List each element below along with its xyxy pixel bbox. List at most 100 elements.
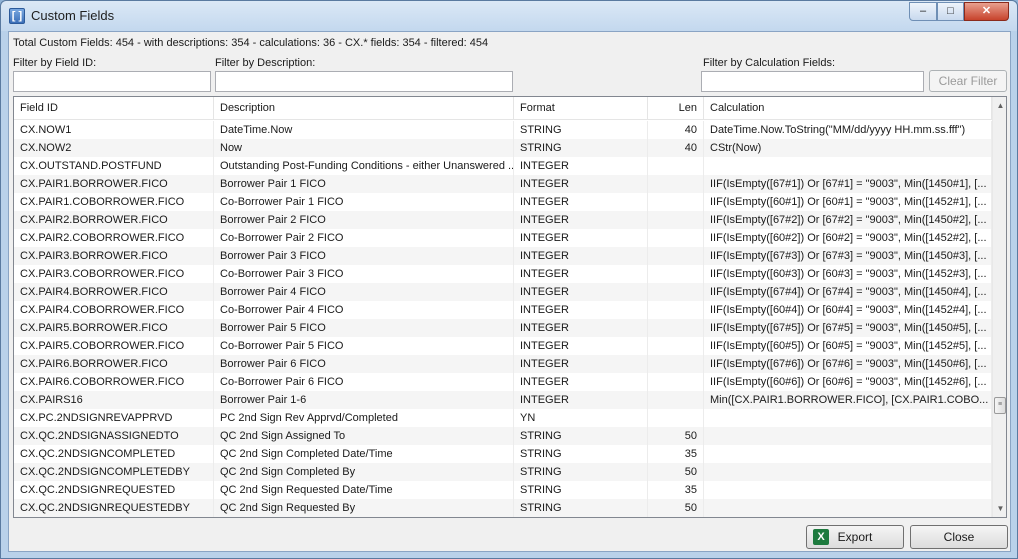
window-close-button[interactable]: ✕ [964,2,1009,21]
table-row[interactable]: CX.QC.2NDSIGNREQUESTEDBY QC 2nd Sign Requ… [14,499,992,517]
close-button[interactable]: Close [910,525,1008,549]
scroll-thumb[interactable]: ≡ [994,397,1006,414]
cell-field-id: CX.PAIR4.BORROWER.FICO [14,283,214,301]
cell-calculation: IIF(IsEmpty([67#4]) Or [67#4] = "9003", … [704,283,992,301]
cell-len: 40 [648,121,704,139]
cell-format: INTEGER [514,319,648,337]
table-row[interactable]: CX.PAIR5.COBORROWER.FICO Co-Borrower Pair… [14,337,992,355]
cell-field-id: CX.QC.2NDSIGNASSIGNEDTO [14,427,214,445]
table-row[interactable]: CX.PAIR3.BORROWER.FICO Borrower Pair 3 FI… [14,247,992,265]
cell-description: Co-Borrower Pair 1 FICO [214,193,514,211]
cell-field-id: CX.PAIR5.BORROWER.FICO [14,319,214,337]
column-header-calculation[interactable]: Calculation [704,97,992,120]
cell-calculation: IIF(IsEmpty([60#5]) Or [60#5] = "9003", … [704,337,992,355]
cell-description: QC 2nd Sign Completed Date/Time [214,445,514,463]
summary-text: Total Custom Fields: 454 - with descript… [13,37,489,49]
export-button-label: Export [837,530,873,544]
export-button[interactable]: X Export [806,525,904,549]
cell-format: INTEGER [514,355,648,373]
filter-field-id-label: Filter by Field ID: [13,57,97,69]
table-row[interactable]: CX.PAIR4.COBORROWER.FICO Co-Borrower Pair… [14,301,992,319]
table-row[interactable]: CX.PAIR1.BORROWER.FICO Borrower Pair 1 FI… [14,175,992,193]
cell-format: STRING [514,481,648,499]
custom-fields-grid[interactable]: Field ID Description Format Len Calculat… [13,96,1007,518]
cell-field-id: CX.PAIR6.COBORROWER.FICO [14,373,214,391]
table-row[interactable]: CX.NOW2 Now STRING 40 CStr(Now) [14,139,992,157]
cell-field-id: CX.NOW1 [14,121,214,139]
table-row[interactable]: CX.OUTSTAND.POSTFUND Outstanding Post-Fun… [14,157,992,175]
cell-calculation [704,445,992,463]
column-header-description[interactable]: Description [214,97,514,120]
cell-field-id: CX.PAIR3.COBORROWER.FICO [14,265,214,283]
scroll-down-arrow-icon[interactable]: ▼ [993,500,1006,517]
cell-calculation [704,463,992,481]
vertical-scrollbar[interactable]: ▲ ≡ ▼ [992,97,1006,517]
filter-calculation-input[interactable] [701,71,924,92]
cell-len [648,409,704,427]
cell-len [648,211,704,229]
cell-calculation: IIF(IsEmpty([60#6]) Or [60#6] = "9003", … [704,373,992,391]
table-row[interactable]: CX.PC.2NDSIGNREVAPPRVD PC 2nd Sign Rev Ap… [14,409,992,427]
cell-description: Co-Borrower Pair 3 FICO [214,265,514,283]
table-row[interactable]: CX.PAIR5.BORROWER.FICO Borrower Pair 5 FI… [14,319,992,337]
cell-field-id: CX.QC.2NDSIGNCOMPLETEDBY [14,463,214,481]
table-row[interactable]: CX.PAIR2.BORROWER.FICO Borrower Pair 2 FI… [14,211,992,229]
cell-field-id: CX.PAIR2.BORROWER.FICO [14,211,214,229]
cell-format: INTEGER [514,373,648,391]
cell-format: INTEGER [514,229,648,247]
cell-field-id: CX.PC.2NDSIGNREVAPPRVD [14,409,214,427]
cell-description: QC 2nd Sign Assigned To [214,427,514,445]
table-row[interactable]: CX.PAIR4.BORROWER.FICO Borrower Pair 4 FI… [14,283,992,301]
cell-format: STRING [514,139,648,157]
table-row[interactable]: CX.PAIR3.COBORROWER.FICO Co-Borrower Pair… [14,265,992,283]
cell-calculation: IIF(IsEmpty([60#2]) Or [60#2] = "9003", … [704,229,992,247]
cell-len: 50 [648,427,704,445]
cell-format: INTEGER [514,157,648,175]
cell-len: 35 [648,481,704,499]
table-row[interactable]: CX.PAIR1.COBORROWER.FICO Co-Borrower Pair… [14,193,992,211]
cell-format: INTEGER [514,283,648,301]
cell-format: INTEGER [514,265,648,283]
cell-format: INTEGER [514,337,648,355]
cell-format: INTEGER [514,193,648,211]
table-row[interactable]: CX.PAIRS16 Borrower Pair 1-6 INTEGER Min([C… [14,391,992,409]
excel-icon: X [813,529,829,545]
cell-calculation: IIF(IsEmpty([60#1]) Or [60#1] = "9003", … [704,193,992,211]
cell-calculation [704,481,992,499]
cell-len: 35 [648,445,704,463]
cell-format: INTEGER [514,301,648,319]
table-row[interactable]: CX.PAIR6.COBORROWER.FICO Co-Borrower Pair… [14,373,992,391]
cell-calculation: CStr(Now) [704,139,992,157]
cell-len [648,301,704,319]
cell-len [648,265,704,283]
minimize-button[interactable]: – [909,2,937,21]
table-row[interactable]: CX.PAIR6.BORROWER.FICO Borrower Pair 6 FI… [14,355,992,373]
clear-filter-button[interactable]: Clear Filter [929,70,1007,92]
cell-field-id: CX.PAIR6.BORROWER.FICO [14,355,214,373]
cell-field-id: CX.NOW2 [14,139,214,157]
table-row[interactable]: CX.PAIR2.COBORROWER.FICO Co-Borrower Pair… [14,229,992,247]
dialog-client-area: Total Custom Fields: 454 - with descript… [8,31,1011,552]
table-row[interactable]: CX.QC.2NDSIGNREQUESTED QC 2nd Sign Reques… [14,481,992,499]
cell-description: Co-Borrower Pair 6 FICO [214,373,514,391]
filter-description-label: Filter by Description: [215,57,316,69]
table-row[interactable]: CX.NOW1 DateTime.Now STRING 40 DateTime.Now.… [14,121,992,139]
maximize-button[interactable]: □ [937,2,964,21]
cell-format: STRING [514,463,648,481]
window-title: Custom Fields [31,8,115,23]
table-row[interactable]: CX.QC.2NDSIGNASSIGNEDTO QC 2nd Sign Assig… [14,427,992,445]
column-header-format[interactable]: Format [514,97,648,120]
column-header-len[interactable]: Len [648,97,704,120]
cell-description: PC 2nd Sign Rev Apprvd/Completed [214,409,514,427]
table-row[interactable]: CX.QC.2NDSIGNCOMPLETED QC 2nd Sign Comple… [14,445,992,463]
cell-calculation [704,157,992,175]
cell-description: Now [214,139,514,157]
filter-field-id-input[interactable] [13,71,211,92]
table-row[interactable]: CX.QC.2NDSIGNCOMPLETEDBY QC 2nd Sign Comp… [14,463,992,481]
cell-description: Co-Borrower Pair 5 FICO [214,337,514,355]
grid-body: CX.NOW1 DateTime.Now STRING 40 DateTime.Now.… [14,121,992,517]
scroll-up-arrow-icon[interactable]: ▲ [993,97,1006,114]
title-bar[interactable]: [ ] Custom Fields – □ ✕ [1,1,1017,31]
filter-description-input[interactable] [215,71,513,92]
column-header-field-id[interactable]: Field ID [14,97,214,120]
